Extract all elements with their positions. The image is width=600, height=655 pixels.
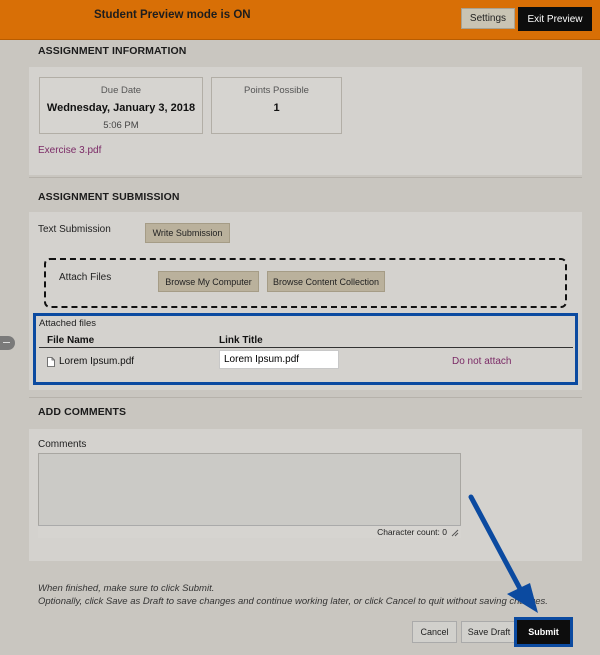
callout-arrow xyxy=(468,494,538,613)
